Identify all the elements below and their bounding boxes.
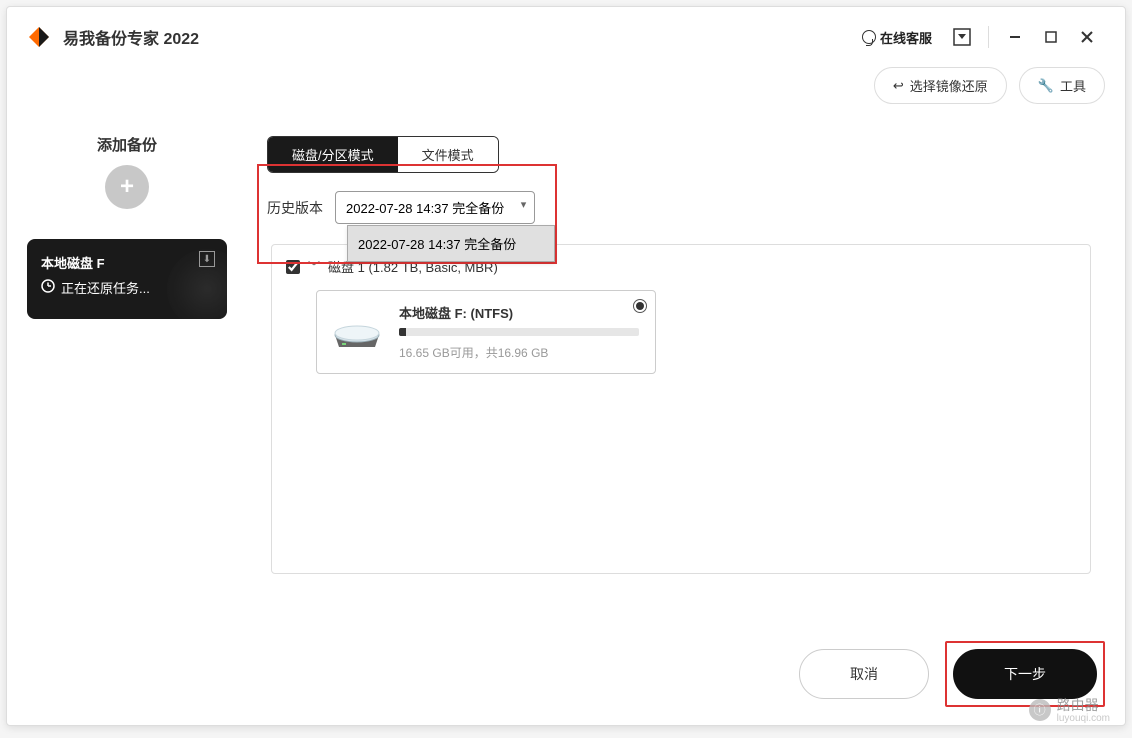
app-title: 易我备份专家 2022 <box>63 25 199 49</box>
backup-task-card[interactable]: 本地磁盘 F 正在还原任务... ⬇ <box>27 239 227 319</box>
tools-button[interactable]: 🔧 工具 <box>1019 67 1105 104</box>
add-backup-button[interactable]: + <box>105 165 149 209</box>
cancel-button[interactable]: 取消 <box>799 649 929 699</box>
add-backup-title: 添加备份 <box>27 134 227 155</box>
partition-radio[interactable] <box>633 299 647 313</box>
history-selected-value: 2022-07-28 14:37 完全备份 <box>346 201 504 216</box>
select-image-restore-button[interactable]: ↩ 选择镜像还原 <box>874 67 1007 104</box>
wrench-icon: 🔧 <box>1038 78 1054 94</box>
history-version-select[interactable]: 2022-07-28 14:37 完全备份 <box>335 191 535 224</box>
tab-disk-mode[interactable]: 磁盘/分区模式 <box>268 137 398 172</box>
watermark-sub: luyouqi.com <box>1057 713 1110 724</box>
partition-card[interactable]: 本地磁盘 F: (NTFS) 16.65 GB可用，共16.96 GB <box>316 290 656 374</box>
headset-icon <box>862 30 876 44</box>
tab-file-mode[interactable]: 文件模式 <box>398 137 498 172</box>
download-icon[interactable]: ⬇ <box>199 251 215 267</box>
disk-checkbox[interactable] <box>286 260 300 274</box>
history-dropdown: 2022-07-28 14:37 完全备份 <box>347 225 555 262</box>
partition-name: 本地磁盘 F: (NTFS) <box>399 303 639 322</box>
watermark: ⓘ 路由器 luyouqi.com <box>1029 695 1110 724</box>
divider <box>988 26 989 48</box>
support-label: 在线客服 <box>880 28 932 47</box>
app-logo-icon <box>27 25 51 49</box>
disk-panel: ﹀ 磁盘 1 (1.82 TB, Basic, MBR) 本地磁盘 F: (NT… <box>271 244 1091 574</box>
plus-icon: + <box>120 173 134 201</box>
backup-card-status: 正在还原任务... <box>61 278 150 297</box>
mode-tabs: 磁盘/分区模式 文件模式 <box>267 136 499 173</box>
next-button[interactable]: 下一步 <box>953 649 1097 699</box>
partition-usage-bar <box>399 328 639 336</box>
clock-icon <box>41 279 55 296</box>
partition-size-text: 16.65 GB可用，共16.96 GB <box>399 344 639 361</box>
history-label: 历史版本 <box>267 198 323 218</box>
minimize-button[interactable] <box>997 19 1033 55</box>
dropdown-menu-button[interactable] <box>944 19 980 55</box>
watermark-text: 路由器 <box>1057 695 1110 715</box>
chevron-down-icon[interactable]: ﹀ <box>308 258 320 275</box>
close-button[interactable] <box>1069 19 1105 55</box>
tools-label: 工具 <box>1060 76 1086 95</box>
online-support-button[interactable]: 在线客服 <box>862 28 932 47</box>
back-arrow-icon: ↩ <box>893 78 904 94</box>
watermark-icon: ⓘ <box>1029 699 1051 721</box>
maximize-button[interactable] <box>1033 19 1069 55</box>
restore-image-label: 选择镜像还原 <box>910 76 988 95</box>
hdd-icon <box>329 311 385 353</box>
history-option[interactable]: 2022-07-28 14:37 完全备份 <box>348 226 554 261</box>
